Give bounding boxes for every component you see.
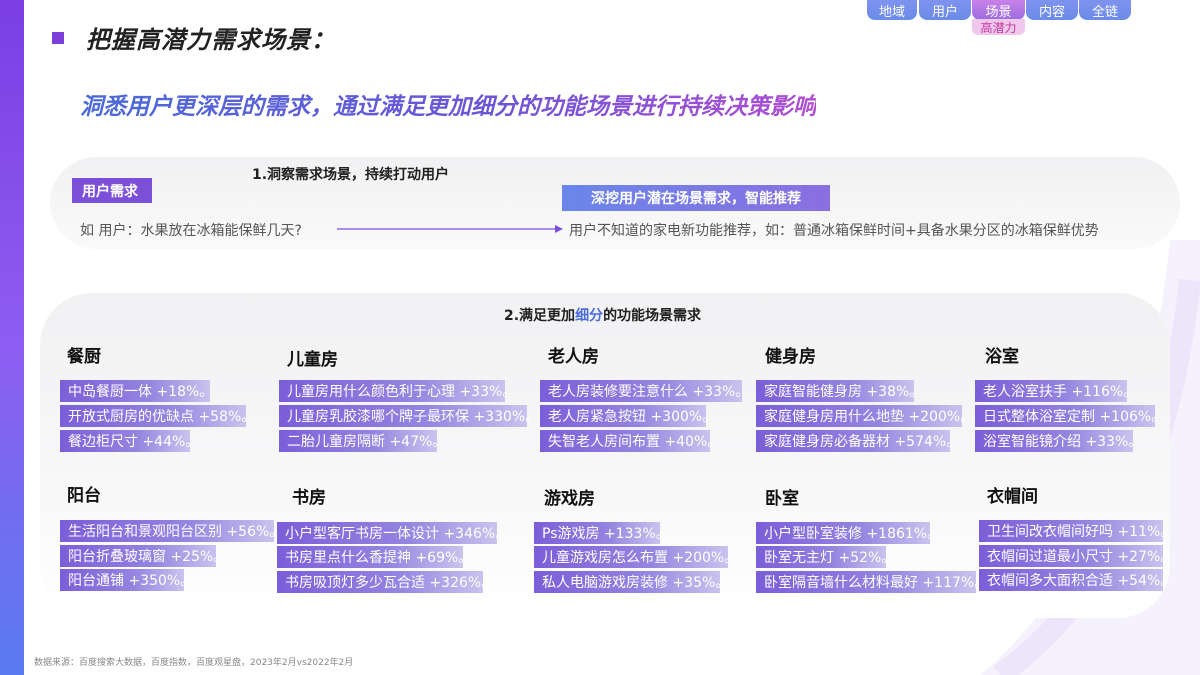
section1-heading: 1.洞察需求场景，持续打动用户 [252, 167, 450, 183]
scene-chip: 二胎儿童房隔断 +47%。 [279, 430, 446, 452]
title-bullet [52, 32, 64, 44]
scene-chip: 衣帽间多大面积合适 +54%。 [979, 569, 1174, 591]
scene-chip: 老人房装修要注意什么 +33%。 [540, 380, 749, 402]
page-title: 把握高潜力需求场景： [86, 26, 336, 54]
scene-title-game-room: 游戏房 [544, 489, 595, 509]
scene-title-balcony: 阳台 [67, 486, 101, 506]
scene-chip: 生活阳台和景观阳台区别 +56%。 [60, 520, 283, 542]
scene-chip: 儿童游戏房怎么布置 +200%。 [534, 546, 738, 568]
scene-title-dining: 餐厨 [67, 347, 101, 367]
scene-title-elderly-room: 老人房 [548, 347, 599, 367]
deep-recommend-tag: 深挖用户潜在场景需求，智能推荐 [562, 185, 830, 211]
section2-heading-post: 的功能场景需求 [603, 308, 702, 324]
scene-chip: 书房吸顶灯多少瓦合适 +326%。 [277, 571, 495, 593]
tab-content[interactable]: 内容 [1026, 0, 1078, 20]
section2-heading: 2.满足更加细分的功能场景需求 [504, 305, 701, 325]
scene-title-cloakroom: 衣帽间 [987, 487, 1038, 507]
scene-chip: 阳台折叠玻璃窗 +25%。 [60, 545, 227, 567]
scene-chip: 私人电脑游戏房装修 +35%。 [534, 571, 729, 593]
scene-chip: 儿童房乳胶漆哪个牌子最环保 +330%。 [279, 405, 539, 427]
scene-chip: 小户型客厅书房一体设计 +346%。 [277, 522, 509, 544]
scene-chip: 餐边柜尺寸 +44%。 [60, 430, 199, 452]
tab-full-chain[interactable]: 全链 [1079, 0, 1131, 20]
scene-chip: 老人房紧急按钮 +300%。 [540, 405, 716, 427]
scene-chip: 老人浴室扶手 +116%。 [975, 380, 1137, 402]
section2-heading-highlight: 细分 [575, 308, 604, 324]
scene-chip: 失智老人房间布置 +40%。 [540, 430, 721, 452]
scene-chip: 书房里点什么香提神 +69%。 [277, 546, 472, 568]
scene-chip: 中岛餐厨一体 +18%。 [60, 380, 213, 402]
scene-chip: 卫生间改衣帽间好吗 +11%。 [979, 520, 1174, 542]
tab-scene[interactable]: 场景 [972, 0, 1025, 20]
page-subtitle: 洞悉用户更深层的需求，通过满足更加细分的功能场景进行持续决策影响 [80, 87, 816, 121]
scene-title-gym-room: 健身房 [765, 347, 816, 367]
scene-chip: 阳台通铺 +350%。 [60, 569, 194, 591]
scene-chip: 卧室隔音墙什么材料最好 +117%。 [756, 571, 988, 593]
left-accent-bar [0, 0, 24, 675]
arrow-right-icon [337, 225, 563, 233]
scene-chip: 衣帽间过道最小尺寸 +27%。 [979, 545, 1174, 567]
scene-chip: 家庭健身房用什么地垫 +200%。 [756, 405, 974, 427]
scene-chip: 家庭健身房必备器材 +574%。 [756, 430, 960, 452]
scene-title-bathroom: 浴室 [985, 347, 1019, 367]
recommendation-example: 用户不知道的家电新功能推荐，如：普通冰箱保鲜时间+具备水果分区的冰箱保鲜优势 [569, 223, 1099, 239]
scene-chip: 开放式厨房的优缺点 +58%。 [60, 405, 255, 427]
section2-heading-pre: 2.满足更加 [504, 308, 576, 324]
scene-chip: 卧室无主灯 +52%。 [756, 546, 895, 568]
tab-user[interactable]: 用户 [919, 0, 971, 20]
scene-chip: 日式整体浴室定制 +106%。 [975, 405, 1165, 427]
tab-scene-sub-high-potential[interactable]: 高潜力 [972, 19, 1025, 35]
scene-chip: Ps游戏房 +133%。 [534, 522, 670, 544]
user-question-example: 如 用户：水果放在冰箱能保鲜几天? [80, 223, 302, 239]
user-need-tag: 用户需求 [72, 178, 152, 203]
scene-chip: 儿童房用什么颜色利于心理 +33%。 [279, 380, 516, 402]
scene-title-study: 书房 [292, 488, 326, 508]
scene-chip: 家庭智能健身房 +38%。 [756, 380, 923, 402]
scene-title-bedroom: 卧室 [765, 489, 799, 509]
scene-title-kids-room: 儿童房 [287, 350, 338, 370]
data-source-footnote: 数据来源：百度搜索大数据，百度指数，百度观星盘，2023年2月vs2022年2月 [34, 658, 354, 668]
scene-chip: 浴室智能镜介绍 +33%。 [975, 430, 1142, 452]
tab-region[interactable]: 地域 [867, 0, 917, 20]
scene-chip: 小户型卧室装修 +1861%。 [756, 522, 941, 544]
